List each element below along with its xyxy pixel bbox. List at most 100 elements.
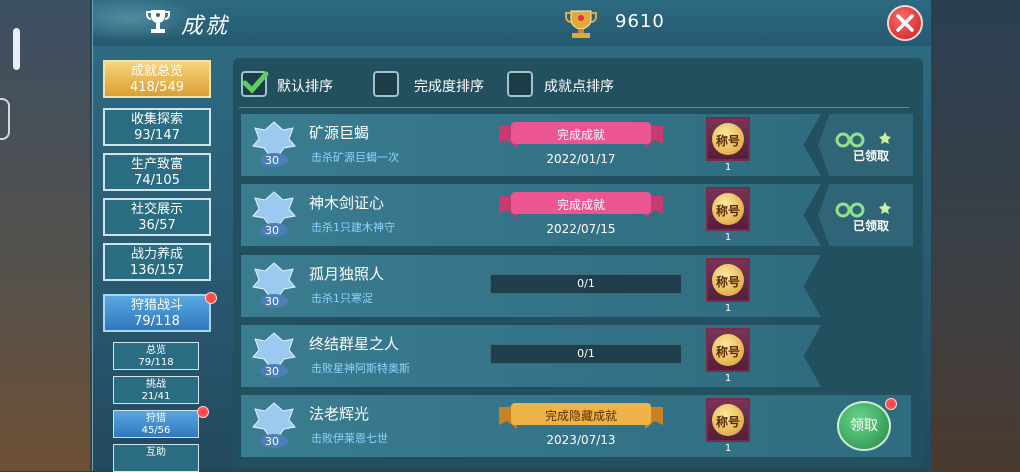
title-reward[interactable]: 称号 xyxy=(706,398,750,442)
achievement-name: 孤月独照人 xyxy=(309,265,385,283)
achievement-panel: 默认排序 完成度排序 成就点排序 30 矿源巨蝎 击杀矿源巨蝎一次 完成成就 2… xyxy=(233,58,923,468)
subcategory-count: 79/118 xyxy=(138,357,174,368)
notification-dot xyxy=(205,292,217,304)
subcategory-label: 互助 xyxy=(146,447,166,458)
subcategory-overview[interactable]: 总览 79/118 xyxy=(113,342,199,370)
badge-points: 30 xyxy=(265,365,279,378)
category-sidebar: 成就总览 418/549 收集探索 93/147 生产致富 74/105 社交展… xyxy=(93,46,223,472)
achievement-row: 30 神木剑证心 击杀1只建木神守 完成成就 2022/07/15 称号 1 xyxy=(241,184,821,246)
gold-cup-icon xyxy=(565,10,597,38)
achievement-points: 9610 xyxy=(615,11,665,32)
completion-date: 2022/01/17 xyxy=(546,152,616,166)
progress-text: 0/1 xyxy=(577,347,595,360)
title-reward-count: 1 xyxy=(724,443,732,454)
subcategory-count: 21/41 xyxy=(141,391,171,402)
close-icon xyxy=(896,14,914,32)
title-reward[interactable]: 称号 xyxy=(706,187,750,231)
achievement-desc: 击败星神阿斯特奥斯 xyxy=(311,362,410,375)
title-reward-count: 1 xyxy=(724,303,732,314)
title-reward-count: 1 xyxy=(724,162,732,173)
subcategory-label: 狩猎 xyxy=(146,413,166,424)
category-label: 社交展示 xyxy=(130,202,183,217)
divider xyxy=(239,107,909,108)
category-count: 79/118 xyxy=(134,314,180,329)
side-notch xyxy=(0,98,10,140)
category-count: 93/147 xyxy=(134,128,180,143)
badge-points: 30 xyxy=(265,154,279,167)
title-reward-label: 称号 xyxy=(715,134,740,148)
progress-text: 0/1 xyxy=(577,277,595,290)
claim-button[interactable]: 领取 xyxy=(837,401,891,451)
badge-points: 30 xyxy=(265,435,279,448)
subcategory-count: 45/56 xyxy=(141,425,171,436)
category-collection[interactable]: 收集探索 93/147 xyxy=(103,108,211,146)
page-title: 成就 xyxy=(181,14,230,39)
title-reward-label: 称号 xyxy=(715,415,740,429)
achievement-name: 神木剑证心 xyxy=(309,194,385,212)
claimed-label: 已领取 xyxy=(853,219,890,233)
subcategory-challenge[interactable]: 挑战 21/41 xyxy=(113,376,199,404)
header: 成就 9610 xyxy=(93,0,931,46)
subcategory-assist[interactable]: 互助 xyxy=(113,444,199,472)
status-label: 完成成就 xyxy=(556,128,605,142)
achievement-desc: 击杀1只建木神守 xyxy=(311,221,395,234)
status-label: 完成隐藏成就 xyxy=(544,409,617,423)
progress-bar: 0/1 xyxy=(490,344,682,364)
category-overview[interactable]: 成就总览 418/549 xyxy=(103,60,211,98)
sort-default-label[interactable]: 默认排序 xyxy=(277,76,333,96)
progress-bar: 0/1 xyxy=(490,274,682,294)
category-production[interactable]: 生产致富 74/105 xyxy=(103,153,211,191)
subcategory-label: 总览 xyxy=(146,345,166,356)
achievement-row: 30 法老辉光 击败伊莱恩七世 完成隐藏成就 2023/07/13 称号 1 领… xyxy=(241,395,911,457)
title-reward-label: 称号 xyxy=(715,204,740,218)
category-count: 136/157 xyxy=(129,263,184,278)
achievement-row: 30 矿源巨蝎 击杀矿源巨蝎一次 完成成就 2022/01/17 称号 1 xyxy=(241,114,821,176)
title-reward-count: 1 xyxy=(724,232,732,243)
category-label: 收集探索 xyxy=(130,112,183,127)
achievement-window: 成就 9610 成就总览 418/549 收集探索 93/147 生产致富 74… xyxy=(92,0,931,472)
category-label: 成就总览 xyxy=(130,64,183,79)
completion-date: 2023/07/13 xyxy=(546,433,616,447)
side-handle[interactable] xyxy=(13,28,20,70)
achievement-desc: 击杀矿源巨蝎一次 xyxy=(311,151,399,164)
subcategory-label: 挑战 xyxy=(146,379,166,390)
title-reward-label: 称号 xyxy=(715,345,740,359)
category-label: 战力养成 xyxy=(130,247,183,262)
sort-bar: 默认排序 完成度排序 成就点排序 xyxy=(233,58,923,104)
trophy-icon xyxy=(146,10,170,33)
achievement-name: 终结群星之人 xyxy=(309,335,400,353)
sort-completion-checkbox[interactable] xyxy=(373,71,399,97)
sort-default-checkbox[interactable] xyxy=(241,71,269,97)
category-power[interactable]: 战力养成 136/157 xyxy=(103,243,211,281)
title-reward[interactable]: 称号 xyxy=(706,258,750,302)
subcategory-hunting[interactable]: 狩猎 45/56 xyxy=(113,410,199,438)
category-label: 狩猎战斗 xyxy=(130,298,183,313)
status-label: 完成成就 xyxy=(556,198,605,212)
claimed-label: 已领取 xyxy=(853,149,890,163)
category-count: 36/57 xyxy=(138,218,176,233)
category-label: 生产致富 xyxy=(130,157,183,172)
notification-dot xyxy=(197,406,209,418)
title-reward-label: 称号 xyxy=(715,275,740,289)
sort-completion-label[interactable]: 完成度排序 xyxy=(414,76,484,96)
category-count: 418/549 xyxy=(129,80,184,95)
achievement-row: 30 终结群星之人 击败星神阿斯特奥斯 0/1 称号 1 xyxy=(241,325,821,387)
sort-points-label[interactable]: 成就点排序 xyxy=(544,76,614,96)
title-reward[interactable]: 称号 xyxy=(706,117,750,161)
category-hunting[interactable]: 狩猎战斗 79/118 xyxy=(103,294,211,332)
close-button[interactable] xyxy=(887,5,923,41)
achievement-desc: 击败伊莱恩七世 xyxy=(311,432,388,445)
notification-dot xyxy=(885,398,897,410)
checkmark-icon xyxy=(242,71,269,94)
achievement-name: 矿源巨蝎 xyxy=(309,124,370,142)
achievement-desc: 击杀1只寒浞 xyxy=(311,292,373,305)
left-background xyxy=(0,0,90,471)
achievement-name: 法老辉光 xyxy=(309,405,370,423)
title-reward[interactable]: 称号 xyxy=(706,328,750,372)
sort-points-checkbox[interactable] xyxy=(507,71,533,97)
completion-date: 2022/07/15 xyxy=(546,222,616,236)
badge-points: 30 xyxy=(265,295,279,308)
category-count: 74/105 xyxy=(134,173,180,188)
badge-points: 30 xyxy=(265,224,279,237)
category-social[interactable]: 社交展示 36/57 xyxy=(103,198,211,236)
